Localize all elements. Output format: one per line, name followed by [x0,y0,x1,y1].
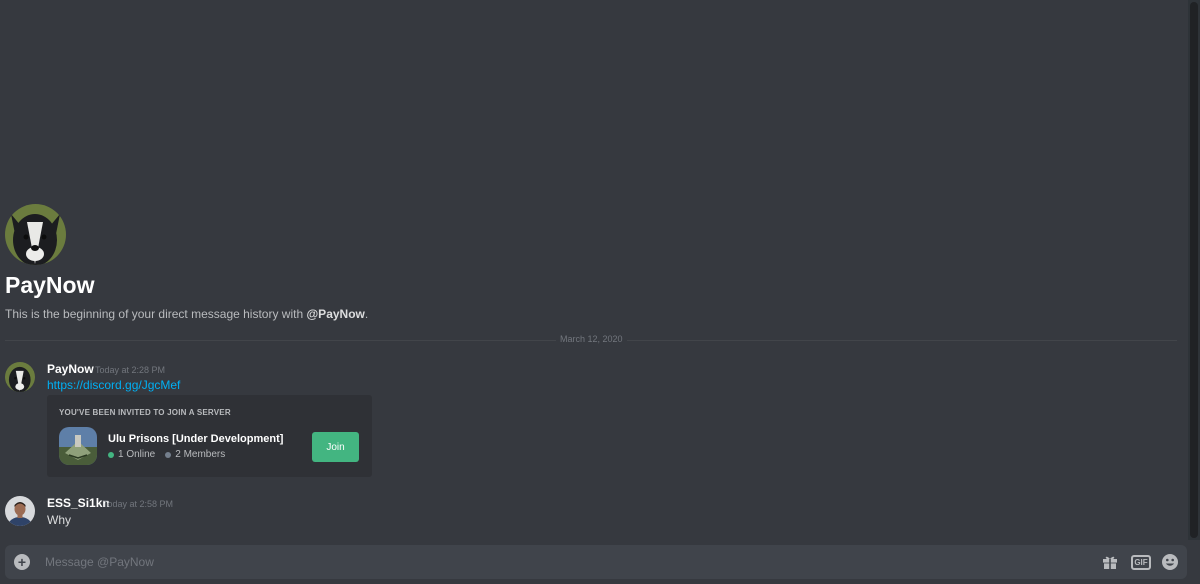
online-count: 1 Online [118,449,156,460]
add-attachment-icon[interactable]: + [14,554,30,570]
invite-link[interactable]: https://discord.gg/JgcMef [47,378,180,392]
date-divider-label: March 12, 2020 [556,334,627,344]
message-input[interactable] [45,545,1085,579]
message-composer: + GIF [5,545,1187,579]
ess-message-avatar[interactable] [5,496,35,526]
dm-intro-prefix: This is the beginning of your direct mes… [5,307,307,321]
member-count: 2 Members [175,449,226,460]
dm-intro-description: This is the beginning of your direct mes… [5,307,368,321]
members-dot-icon [165,451,172,458]
dm-intro-mention[interactable]: @PayNow [306,307,364,321]
invite-header: YOU'VE BEEN INVITED TO JOIN A SERVER [59,408,231,417]
server-invite-card: YOU'VE BEEN INVITED TO JOIN A SERVER Ulu… [47,395,372,477]
message-timestamp: Today at 2:28 PM [95,365,166,375]
chat-messages: PayNow This is the beginning of your dir… [0,0,1186,545]
paynow-message-avatar[interactable] [5,362,35,392]
online-dot-icon [108,451,114,458]
gift-icon[interactable] [1101,553,1119,571]
message-content: Why [47,513,71,527]
server-icon[interactable] [59,427,97,465]
gif-label: GIF [1131,554,1151,570]
message-timestamp: Today at 2:58 PM [103,499,174,509]
join-server-button[interactable]: Join [312,432,359,462]
message-author[interactable]: ESS_Si1kn [47,496,110,510]
message-author[interactable]: PayNow [47,362,94,376]
server-stats: 1 Online 2 Members [108,449,225,460]
scrollbar-thumb[interactable] [1190,2,1198,538]
chat-scrollbar[interactable] [1188,0,1200,540]
dm-recipient-title: PayNow [5,272,95,298]
server-name: Ulu Prisons [Under Development] [108,433,284,445]
dm-intro-suffix: . [364,307,369,321]
emoji-icon[interactable] [1161,553,1179,571]
paynow-intro-avatar[interactable] [5,204,66,265]
gif-icon[interactable]: GIF [1131,553,1151,571]
